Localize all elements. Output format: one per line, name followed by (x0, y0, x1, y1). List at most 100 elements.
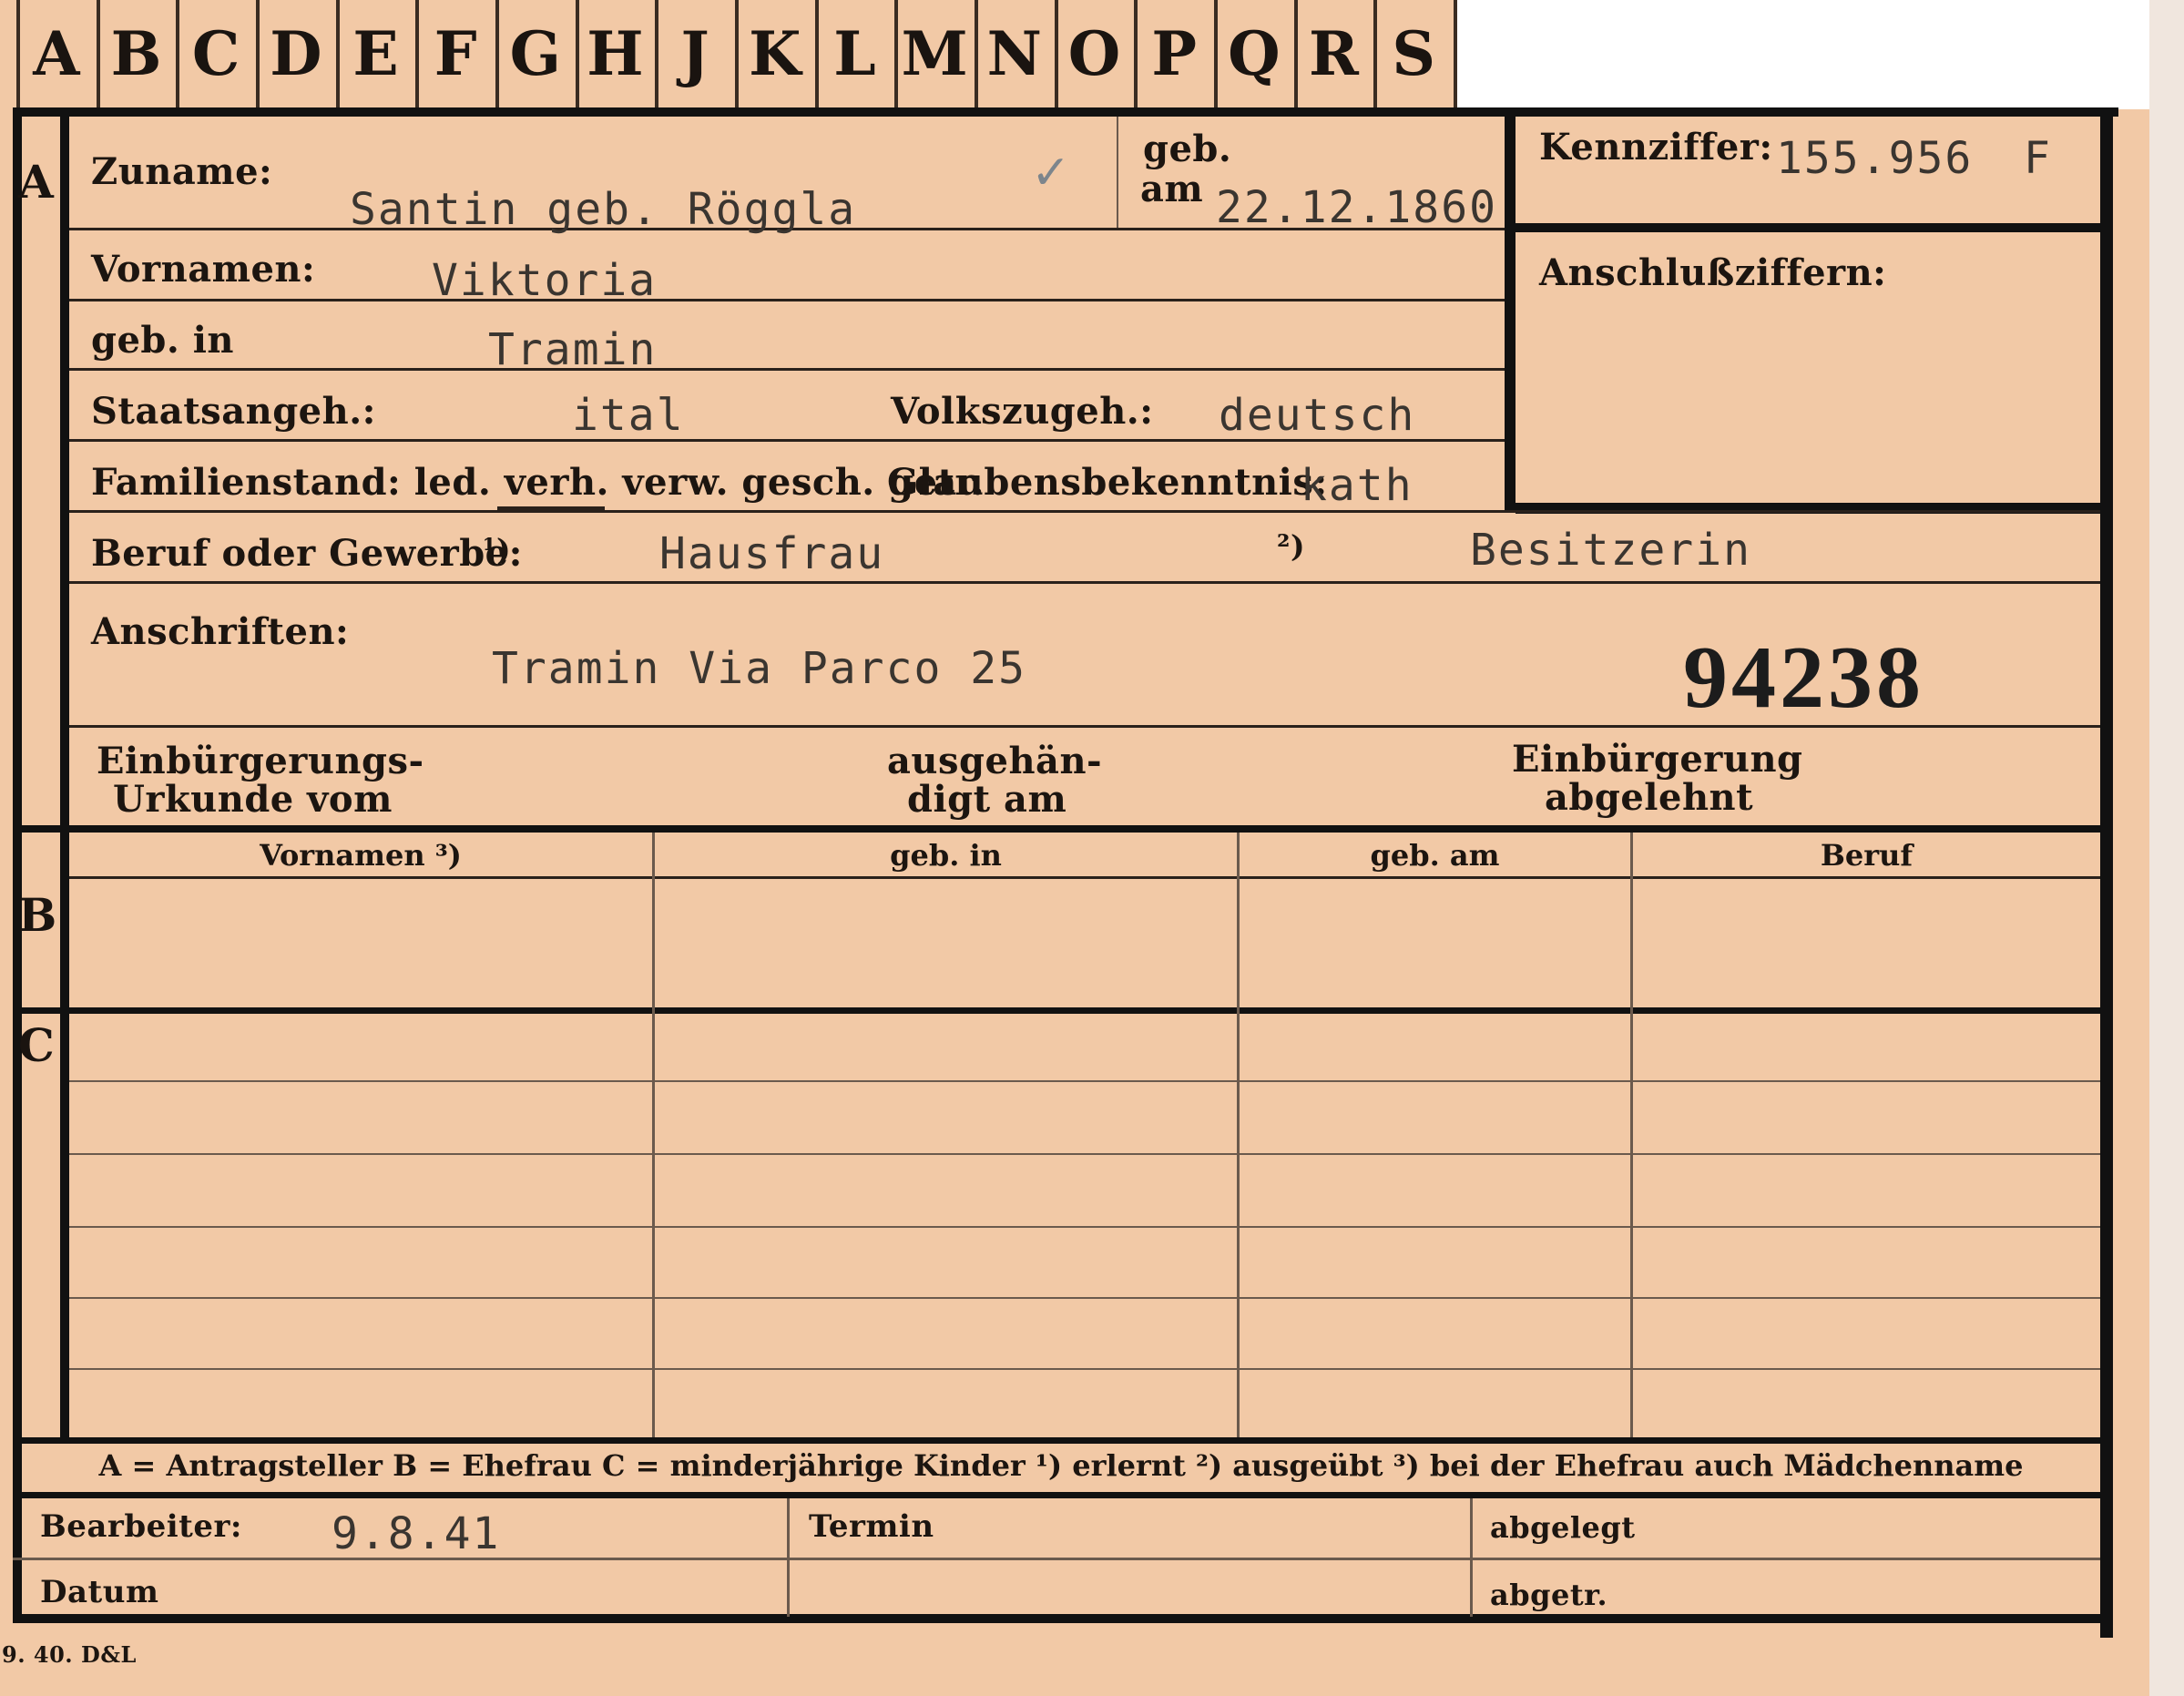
kennziffer-label: Kennziffer: (1539, 126, 1773, 169)
card-cutout (1455, 0, 2184, 109)
einb-abgelehnt-line2: abgelehnt (1545, 776, 1754, 819)
geb-label: geb. (1143, 128, 1232, 170)
index-tab-separator (1454, 0, 1457, 107)
rule (69, 581, 2100, 584)
index-tab: Q (1228, 18, 1281, 89)
termin-label: Termin (809, 1508, 934, 1545)
index-tab: K (749, 18, 801, 89)
frame-left (13, 107, 22, 1619)
section-letter-b: B (18, 888, 57, 942)
rule (69, 510, 2100, 513)
ausgehaendigt-line1: ausgehän- (887, 740, 1103, 782)
col-header-vornamen: Vornamen ³) (260, 838, 462, 873)
volkszugeh-label: Volkszugeh.: (891, 390, 1154, 433)
vornamen-value: Viktoria (432, 255, 658, 306)
am-label: am (1140, 168, 1204, 210)
print-mark: 9. 40. D&L (2, 1641, 137, 1668)
index-tab: S (1392, 18, 1435, 89)
rule (69, 1153, 2100, 1155)
rule (69, 299, 1505, 301)
glaubens-value: kath (1301, 460, 1413, 511)
vornamen-label: Vornamen: (91, 248, 316, 291)
index-tab: E (352, 18, 399, 89)
card-right-edge (2149, 0, 2184, 1696)
rule (787, 1498, 790, 1617)
familienstand-label: Familienstand: led. verh. verw. gesch. g… (91, 461, 985, 504)
kennziffer-box-left (1505, 111, 1516, 512)
rule (69, 1368, 2100, 1370)
einb-abgelehnt-line1: Einbürgerung (1512, 738, 1803, 781)
beruf-value-2: Besitzerin (1470, 525, 1751, 576)
frame-bottom (13, 1614, 2113, 1623)
index-tab: H (587, 18, 644, 89)
anschlussziffern-label: Anschlußziffern: (1539, 251, 1887, 294)
ausgehaendigt-line2: digt am (907, 778, 1067, 821)
staatsangeh-label: Staatsangeh.: (91, 390, 376, 433)
index-tab: A (33, 18, 80, 89)
section-a-bottom (13, 825, 2113, 833)
rule (1117, 117, 1118, 228)
bearbeiter-label: Bearbeiter: (40, 1508, 242, 1545)
glaubens-label: Glaubensbekenntnis: (887, 461, 1328, 504)
col-header-geb-in: geb. in (890, 838, 1002, 873)
beruf-note-1: ¹) (483, 532, 512, 567)
beruf-value-1: Hausfrau (659, 528, 885, 579)
zuname-value: Santin geb. Röggla (350, 184, 857, 235)
frame-inner-left (60, 107, 69, 1437)
index-tab: J (680, 18, 709, 89)
rule (13, 1558, 2100, 1560)
geb-in-value: Tramin (488, 324, 658, 375)
frame-top (13, 107, 2118, 117)
rule (69, 1297, 2100, 1299)
bearbeiter-value: 9.8.41 (332, 1508, 501, 1559)
anschriften-value: Tramin Via Parco 25 (492, 643, 1027, 694)
record-card: ABCDEFGHJKLMNOPQRS A B C Zuname: Santin … (0, 0, 2184, 1696)
check-icon: ✓ (1031, 146, 1071, 200)
einb-urkunde-line1: Einbürgerungs- (97, 740, 424, 782)
section-b-bottom (13, 1007, 2113, 1014)
einb-urkunde-line2: Urkunde vom (113, 778, 393, 821)
rule (69, 876, 2100, 879)
rule (69, 368, 1505, 371)
rule (69, 1226, 2100, 1228)
verw-underline (497, 506, 605, 510)
legend-bottom (13, 1492, 2113, 1498)
rule (652, 833, 655, 1437)
kennziffer-suffix: F (2024, 133, 2052, 184)
staatsangeh-value: ital (572, 390, 685, 441)
volkszugeh-value: deutsch (1219, 390, 1416, 441)
index-tab: R (1309, 18, 1359, 89)
index-tab: G (509, 18, 562, 89)
legend: A = Antragsteller B = Ehefrau C = minder… (98, 1448, 2024, 1483)
index-tab: N (986, 18, 1042, 89)
col-header-beruf: Beruf (1820, 838, 1914, 873)
index-tab: D (270, 18, 322, 89)
rule (69, 1080, 2100, 1082)
anschriften-label: Anschriften: (91, 610, 350, 653)
zuname-label: Zuname: (91, 150, 273, 193)
index-tab: P (1151, 18, 1197, 89)
rule (1630, 833, 1633, 1437)
frame-right (2100, 107, 2113, 1638)
index-tab: L (833, 18, 876, 89)
kennziffer-box-divider (1516, 223, 2100, 232)
rule (1237, 833, 1240, 1437)
index-tab: C (191, 18, 240, 89)
registration-number: 94238 (1683, 628, 1924, 727)
geb-am-value: 22.12.1860 (1216, 182, 1497, 233)
abgelegt-label: abgelegt (1490, 1510, 1636, 1545)
index-tab: O (1067, 18, 1121, 89)
rule (1470, 1498, 1473, 1617)
kennziffer-value: 155.956 (1776, 133, 1974, 184)
col-header-geb-am: geb. am (1370, 838, 1500, 873)
index-tab: B (110, 18, 162, 89)
section-letter-c: C (18, 1018, 55, 1072)
section-letter-a: A (18, 155, 54, 209)
index-tab: F (434, 18, 477, 89)
beruf-note-2: ²) (1277, 528, 1306, 564)
table-bottom (13, 1437, 2113, 1444)
geb-in-label: geb. in (91, 319, 235, 362)
index-tab: M (901, 18, 968, 89)
datum-label: Datum (40, 1574, 159, 1610)
abgetr-label: abgetr. (1490, 1578, 1608, 1612)
